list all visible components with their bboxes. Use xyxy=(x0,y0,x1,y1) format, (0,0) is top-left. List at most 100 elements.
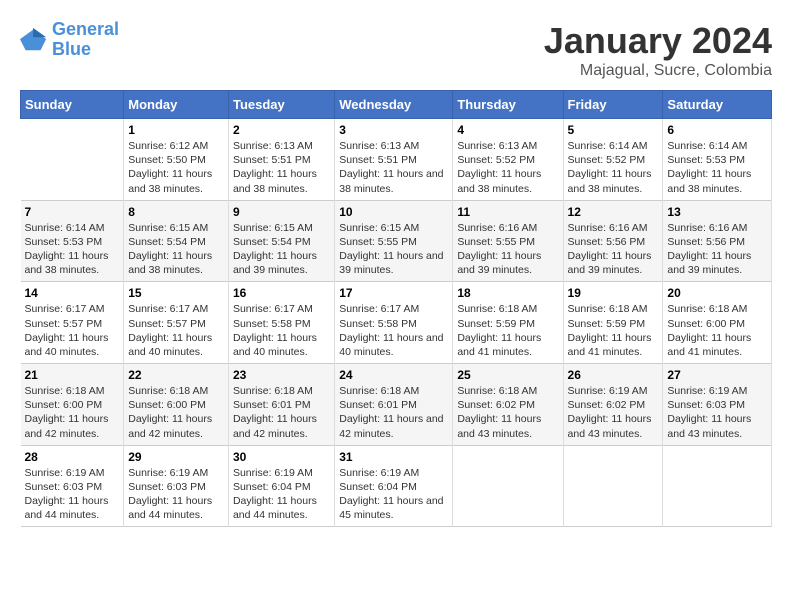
cell-info: Sunrise: 6:19 AM Sunset: 6:03 PM Dayligh… xyxy=(667,384,767,441)
cell-info: Sunrise: 6:16 AM Sunset: 5:56 PM Dayligh… xyxy=(568,221,659,278)
logo-text: General Blue xyxy=(52,20,119,60)
cell-info: Sunrise: 6:15 AM Sunset: 5:54 PM Dayligh… xyxy=(233,221,330,278)
cell-info: Sunrise: 6:19 AM Sunset: 6:02 PM Dayligh… xyxy=(568,384,659,441)
day-number: 31 xyxy=(339,450,448,464)
day-number: 29 xyxy=(128,450,224,464)
day-cell: 10Sunrise: 6:15 AM Sunset: 5:55 PM Dayli… xyxy=(335,200,453,282)
week-row: 1 Sunrise: 6:12 AM Sunset: 5:50 PM Daylig… xyxy=(21,119,772,201)
day-cell: 5Sunrise: 6:14 AM Sunset: 5:52 PM Daylig… xyxy=(563,119,663,201)
day-number: 18 xyxy=(457,286,558,300)
day-cell: 19 Sunrise: 6:18 AM Sunset: 5:59 PM Dayli… xyxy=(563,282,663,364)
day-cell: 1 Sunrise: 6:12 AM Sunset: 5:50 PM Daylig… xyxy=(124,119,229,201)
day-number: 15 xyxy=(128,286,224,300)
day-number: 19 xyxy=(568,286,659,300)
day-cell: 29 Sunrise: 6:19 AM Sunset: 6:03 PM Dayli… xyxy=(124,445,229,527)
day-number: 20 xyxy=(667,286,767,300)
day-header: Saturday xyxy=(663,91,772,119)
day-number: 22 xyxy=(128,368,224,382)
cell-info: Sunrise: 6:12 AM Sunset: 5:50 PM Dayligh… xyxy=(128,139,224,196)
day-cell: 31 Sunrise: 6:19 AM Sunset: 6:04 PM Dayli… xyxy=(335,445,453,527)
day-number: 13 xyxy=(667,205,767,219)
week-row: 28 Sunrise: 6:19 AM Sunset: 6:03 PM Dayli… xyxy=(21,445,772,527)
day-cell: 17 Sunrise: 6:17 AM Sunset: 5:58 PM Dayli… xyxy=(335,282,453,364)
day-cell: 28 Sunrise: 6:19 AM Sunset: 6:03 PM Dayli… xyxy=(21,445,124,527)
cell-info: Sunrise: 6:19 AM Sunset: 6:04 PM Dayligh… xyxy=(233,466,330,523)
day-number: 27 xyxy=(667,368,767,382)
cell-info: Sunrise: 6:18 AM Sunset: 6:01 PM Dayligh… xyxy=(339,384,448,441)
day-cell xyxy=(453,445,563,527)
day-number: 23 xyxy=(233,368,330,382)
day-number: 10 xyxy=(339,205,448,219)
day-header: Tuesday xyxy=(228,91,334,119)
cell-info: Sunrise: 6:13 AM Sunset: 5:51 PM Dayligh… xyxy=(233,139,330,196)
cell-info: Sunrise: 6:19 AM Sunset: 6:04 PM Dayligh… xyxy=(339,466,448,523)
day-cell: 13 Sunrise: 6:16 AM Sunset: 5:56 PM Dayli… xyxy=(663,200,772,282)
day-number: 26 xyxy=(568,368,659,382)
cell-info: Sunrise: 6:15 AM Sunset: 5:54 PM Dayligh… xyxy=(128,221,224,278)
day-number: 4 xyxy=(457,123,558,137)
cell-info: Sunrise: 6:18 AM Sunset: 6:00 PM Dayligh… xyxy=(128,384,224,441)
day-cell: 18 Sunrise: 6:18 AM Sunset: 5:59 PM Dayli… xyxy=(453,282,563,364)
day-cell: 26 Sunrise: 6:19 AM Sunset: 6:02 PM Dayli… xyxy=(563,364,663,446)
day-cell: 23 Sunrise: 6:18 AM Sunset: 6:01 PM Dayli… xyxy=(228,364,334,446)
cell-info: Sunrise: 6:18 AM Sunset: 6:00 PM Dayligh… xyxy=(25,384,120,441)
day-number: 6 xyxy=(667,123,767,137)
day-number: 11 xyxy=(457,205,558,219)
day-cell xyxy=(21,119,124,201)
cell-info: Sunrise: 6:18 AM Sunset: 5:59 PM Dayligh… xyxy=(457,302,558,359)
cell-info: Sunrise: 6:16 AM Sunset: 5:56 PM Dayligh… xyxy=(667,221,767,278)
cell-info: Sunrise: 6:14 AM Sunset: 5:53 PM Dayligh… xyxy=(25,221,120,278)
day-number: 1 xyxy=(128,123,224,137)
day-header: Friday xyxy=(563,91,663,119)
day-number: 24 xyxy=(339,368,448,382)
day-number: 7 xyxy=(25,205,120,219)
week-row: 7 Sunrise: 6:14 AM Sunset: 5:53 PM Daylig… xyxy=(21,200,772,282)
cell-info: Sunrise: 6:19 AM Sunset: 6:03 PM Dayligh… xyxy=(128,466,224,523)
cell-info: Sunrise: 6:18 AM Sunset: 5:59 PM Dayligh… xyxy=(568,302,659,359)
main-title: January 2024 xyxy=(544,20,772,62)
day-header: Sunday xyxy=(21,91,124,119)
cell-info: Sunrise: 6:17 AM Sunset: 5:58 PM Dayligh… xyxy=(339,302,448,359)
day-header: Thursday xyxy=(453,91,563,119)
day-number: 28 xyxy=(25,450,120,464)
day-cell: 7 Sunrise: 6:14 AM Sunset: 5:53 PM Daylig… xyxy=(21,200,124,282)
day-number: 16 xyxy=(233,286,330,300)
day-cell: 30 Sunrise: 6:19 AM Sunset: 6:04 PM Dayli… xyxy=(228,445,334,527)
day-cell: 2 Sunrise: 6:13 AM Sunset: 5:51 PM Daylig… xyxy=(228,119,334,201)
page-header: General Blue January 2024 Majagual, Sucr… xyxy=(20,20,772,80)
day-cell: 9Sunrise: 6:15 AM Sunset: 5:54 PM Daylig… xyxy=(228,200,334,282)
cell-info: Sunrise: 6:13 AM Sunset: 5:51 PM Dayligh… xyxy=(339,139,448,196)
day-cell: 4Sunrise: 6:13 AM Sunset: 5:52 PM Daylig… xyxy=(453,119,563,201)
day-number: 25 xyxy=(457,368,558,382)
cell-info: Sunrise: 6:18 AM Sunset: 6:01 PM Dayligh… xyxy=(233,384,330,441)
day-header: Monday xyxy=(124,91,229,119)
calendar-table: SundayMondayTuesdayWednesdayThursdayFrid… xyxy=(20,90,772,527)
cell-info: Sunrise: 6:14 AM Sunset: 5:53 PM Dayligh… xyxy=(667,139,767,196)
day-cell: 25Sunrise: 6:18 AM Sunset: 6:02 PM Dayli… xyxy=(453,364,563,446)
cell-info: Sunrise: 6:17 AM Sunset: 5:58 PM Dayligh… xyxy=(233,302,330,359)
logo: General Blue xyxy=(20,20,119,60)
day-cell: 20Sunrise: 6:18 AM Sunset: 6:00 PM Dayli… xyxy=(663,282,772,364)
day-cell: 8Sunrise: 6:15 AM Sunset: 5:54 PM Daylig… xyxy=(124,200,229,282)
day-cell: 11 Sunrise: 6:16 AM Sunset: 5:55 PM Dayli… xyxy=(453,200,563,282)
week-row: 14Sunrise: 6:17 AM Sunset: 5:57 PM Dayli… xyxy=(21,282,772,364)
cell-info: Sunrise: 6:17 AM Sunset: 5:57 PM Dayligh… xyxy=(25,302,120,359)
day-cell: 22 Sunrise: 6:18 AM Sunset: 6:00 PM Dayli… xyxy=(124,364,229,446)
day-cell: 16 Sunrise: 6:17 AM Sunset: 5:58 PM Dayli… xyxy=(228,282,334,364)
day-number: 17 xyxy=(339,286,448,300)
day-cell: 21 Sunrise: 6:18 AM Sunset: 6:00 PM Dayli… xyxy=(21,364,124,446)
calendar-header: SundayMondayTuesdayWednesdayThursdayFrid… xyxy=(21,91,772,119)
day-cell xyxy=(663,445,772,527)
day-cell: 12Sunrise: 6:16 AM Sunset: 5:56 PM Dayli… xyxy=(563,200,663,282)
cell-info: Sunrise: 6:16 AM Sunset: 5:55 PM Dayligh… xyxy=(457,221,558,278)
day-number: 21 xyxy=(25,368,120,382)
day-number: 30 xyxy=(233,450,330,464)
day-cell: 15Sunrise: 6:17 AM Sunset: 5:57 PM Dayli… xyxy=(124,282,229,364)
logo-icon xyxy=(20,26,48,54)
day-number: 2 xyxy=(233,123,330,137)
cell-info: Sunrise: 6:19 AM Sunset: 6:03 PM Dayligh… xyxy=(25,466,120,523)
day-cell: 3Sunrise: 6:13 AM Sunset: 5:51 PM Daylig… xyxy=(335,119,453,201)
day-cell: 14Sunrise: 6:17 AM Sunset: 5:57 PM Dayli… xyxy=(21,282,124,364)
subtitle: Majagual, Sucre, Colombia xyxy=(544,62,772,80)
day-number: 5 xyxy=(568,123,659,137)
